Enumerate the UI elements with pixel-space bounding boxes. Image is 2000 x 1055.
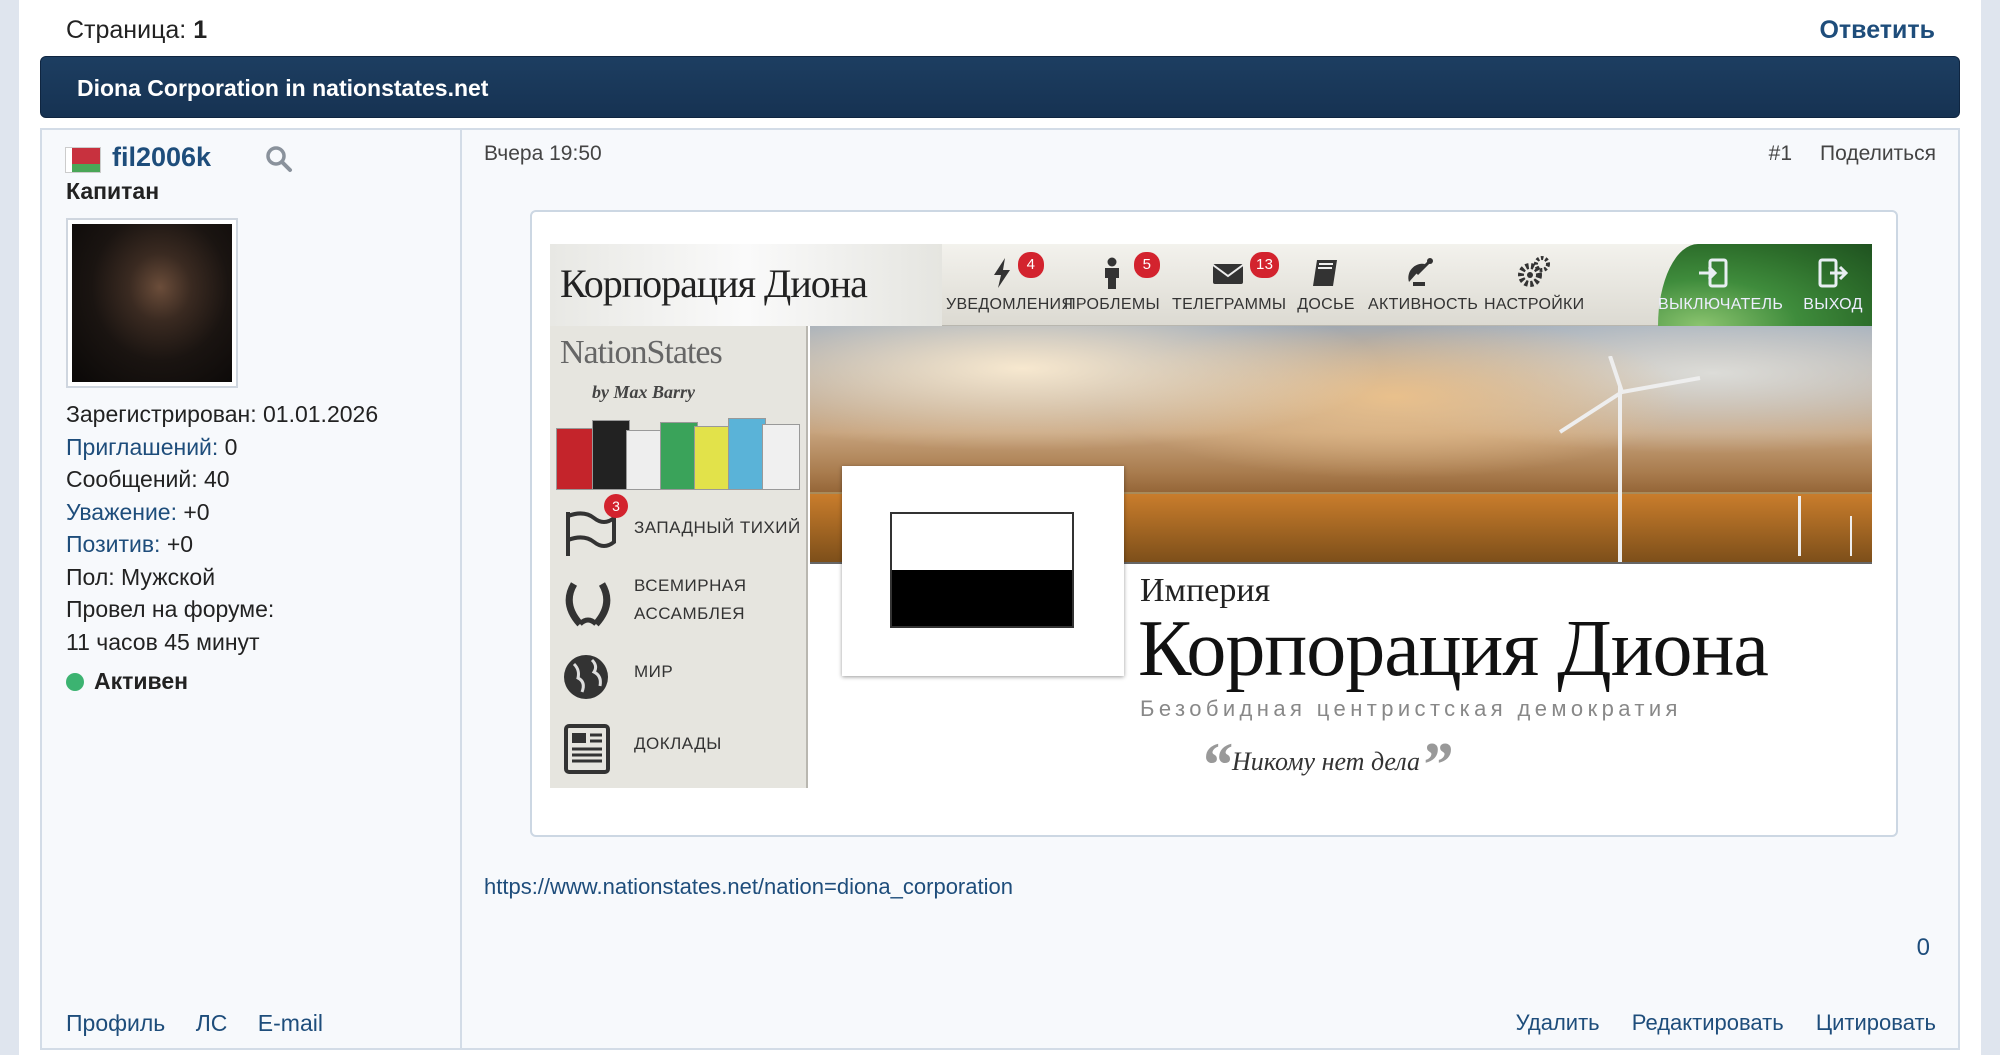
globe-icon xyxy=(564,655,608,699)
open-quote-icon: “ xyxy=(1200,729,1232,788)
invites: Приглашений: 0 xyxy=(66,433,238,460)
notifications-badge: 4 xyxy=(1018,252,1044,278)
logout-icon xyxy=(1818,258,1849,288)
ns-nav-switch[interactable]: ВЫКЛЮЧАТЕЛЬ xyxy=(1658,244,1783,326)
nationstates-screenshot: Корпорация Диона УВЕДОМЛЕНИЯ 4 ПРОБЛЕМЫ … xyxy=(550,244,1872,788)
ns-nav-notifications[interactable]: УВЕДОМЛЕНИЯ 4 xyxy=(946,244,1073,326)
post-date: Вчера 19:50 xyxy=(484,142,602,165)
ns-header-title: Корпорация Диона xyxy=(550,244,942,326)
national-flag[interactable] xyxy=(842,466,1124,676)
invites-link[interactable]: Приглашений: xyxy=(66,434,218,460)
ns-header-green-area: ВЫКЛЮЧАТЕЛЬ ВЫХОД xyxy=(1658,244,1872,326)
gender: Пол: Мужской xyxy=(66,563,216,590)
positive-link[interactable]: Позитив: xyxy=(66,531,160,557)
books-image[interactable] xyxy=(556,410,802,490)
ns-sidebar: NationStates by Max Barry 3 ЗАПАДНЫЙ ТИХ… xyxy=(550,326,808,788)
online-dot-icon xyxy=(66,673,84,691)
gears-icon xyxy=(1518,256,1550,287)
share-link[interactable]: Поделиться xyxy=(1820,142,1936,166)
reply-button[interactable]: Ответить xyxy=(1819,16,1935,45)
ns-nav-logout[interactable]: ВЫХОД xyxy=(1798,244,1868,326)
like-count[interactable]: 0 xyxy=(1917,934,1930,962)
region-badge: 3 xyxy=(604,494,628,518)
switch-icon xyxy=(1699,258,1728,288)
post-actions: Удалить Редактировать Цитировать xyxy=(1490,1010,1936,1036)
laurel-icon xyxy=(565,582,611,627)
nation-category[interactable]: Безобидная центристская демократия xyxy=(1140,696,1682,722)
ns-nav-activity[interactable]: АКТИВНОСТЬ xyxy=(1368,244,1478,326)
registered: Зарегистрирован: 01.01.2026 xyxy=(66,401,379,427)
positive: Позитив: +0 xyxy=(66,531,194,557)
ns-side-world[interactable]: МИР xyxy=(560,646,806,706)
satellite-icon xyxy=(1408,258,1433,286)
ns-side-wa[interactable]: ВСЕМИРНАЯ АССАМБЛЕЯ xyxy=(560,574,806,634)
windmill-icon xyxy=(1558,356,1701,434)
email-link[interactable]: E-mail xyxy=(258,1010,323,1036)
report-icon xyxy=(564,724,610,774)
nation-motto: “Никому нет дела” xyxy=(1200,728,1452,788)
person-icon xyxy=(1105,257,1119,289)
flag-icon xyxy=(566,511,616,556)
status-badge: Активен xyxy=(66,668,188,695)
ns-byline: by Max Barry xyxy=(592,382,695,402)
author-panel: fil2006k Капитан Зарегистрирован: 01.01.… xyxy=(42,130,462,1048)
delete-button[interactable]: Удалить xyxy=(1516,1010,1600,1035)
post-content: Вчера 19:50 #1 Поделиться Корпорация Дио… xyxy=(464,130,1958,1048)
ns-nav-settings[interactable]: НАСТРОЙКИ xyxy=(1484,244,1584,326)
ns-nav-dossier[interactable]: ДОСЬЕ xyxy=(1296,244,1356,326)
pagination-bar: Страница: 1 Ответить xyxy=(19,0,1981,56)
embedded-image[interactable]: Корпорация Диона УВЕДОМЛЕНИЯ 4 ПРОБЛЕМЫ … xyxy=(530,210,1898,837)
author-rank: Капитан xyxy=(66,178,160,204)
ns-header-bar: Корпорация Диона УВЕДОМЛЕНИЯ 4 ПРОБЛЕМЫ … xyxy=(550,244,1872,326)
ns-nav-issues[interactable]: ПРОБЛЕМЫ 5 xyxy=(1064,244,1160,326)
topic-header: Diona Corporation in nationstates.net xyxy=(40,56,1960,118)
respect: Уважение: +0 xyxy=(66,498,210,525)
pagination-label: Страница: xyxy=(66,16,187,44)
ns-side-region[interactable]: 3 ЗАПАДНЫЙ ТИХИЙ xyxy=(560,494,806,562)
flag-image xyxy=(890,512,1074,628)
post-number[interactable]: #1 xyxy=(1769,142,1792,166)
search-icon[interactable] xyxy=(264,144,294,174)
edit-button[interactable]: Редактировать xyxy=(1632,1010,1784,1035)
topic-title: Diona Corporation in nationstates.net xyxy=(77,75,489,101)
lightning-icon xyxy=(994,258,1010,288)
pagination: Страница: 1 xyxy=(66,16,207,45)
ns-logo[interactable]: NationStates xyxy=(560,334,723,372)
forum-time-value: 11 часов 45 минут xyxy=(66,628,260,655)
forum-time-label: Провел на форуме: xyxy=(66,596,275,622)
post-link[interactable]: https://www.nationstates.net/nation=dion… xyxy=(484,874,1013,900)
avatar[interactable] xyxy=(66,218,238,388)
profile-link[interactable]: Профиль xyxy=(66,1010,165,1036)
pm-link[interactable]: ЛС xyxy=(196,1010,228,1036)
respect-link[interactable]: Уважение: xyxy=(66,499,177,525)
country-flag-icon xyxy=(65,147,101,173)
author-name[interactable]: fil2006k xyxy=(112,142,211,173)
quote-button[interactable]: Цитировать xyxy=(1816,1010,1936,1035)
close-quote-icon: ” xyxy=(1419,729,1452,788)
nation-name: Корпорация Диона xyxy=(1138,605,1769,693)
page: Страница: 1 Ответить Diona Corporation i… xyxy=(19,0,1981,1055)
issues-badge: 5 xyxy=(1134,252,1160,278)
author-info: Зарегистрирован: 01.01.2026 Приглашений:… xyxy=(66,398,378,658)
ns-side-reports[interactable]: ДОКЛАДЫ xyxy=(560,718,806,778)
envelope-icon xyxy=(1212,264,1244,284)
ns-nav-telegrams[interactable]: ТЕЛЕГРАММЫ 13 xyxy=(1172,244,1286,326)
telegrams-badge: 13 xyxy=(1250,252,1280,278)
messages: Сообщений: 40 xyxy=(66,466,230,492)
author-links: Профиль ЛС E-mail xyxy=(66,1010,347,1037)
book-icon xyxy=(1313,260,1337,286)
post: fil2006k Капитан Зарегистрирован: 01.01.… xyxy=(40,128,1960,1050)
current-page[interactable]: 1 xyxy=(193,16,207,44)
